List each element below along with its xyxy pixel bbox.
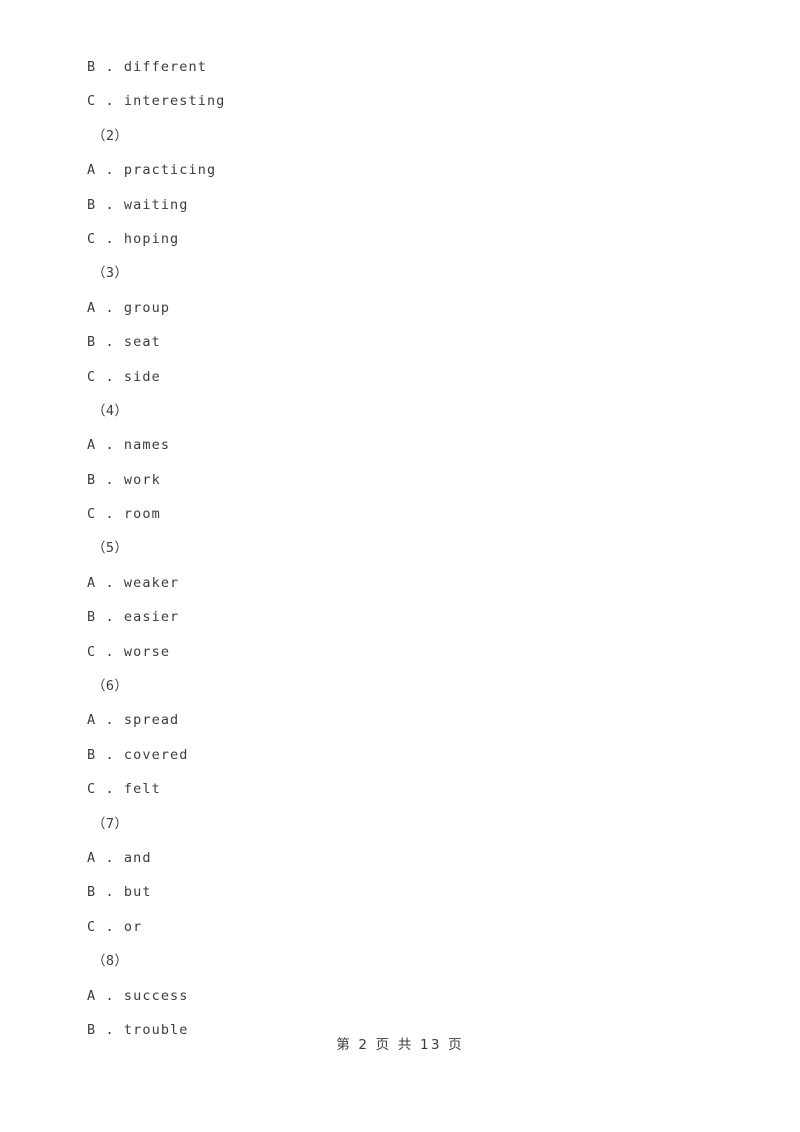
answer-option: B . seat [87, 334, 161, 351]
question-list: B . different C . interesting （2） A . pract… [87, 50, 740, 1047]
answer-option: B . covered [87, 746, 189, 763]
answer-option: A . and [87, 849, 152, 866]
question-number: （7） [92, 815, 129, 832]
answer-option: B . different [87, 59, 207, 75]
question-number: （3） [92, 265, 129, 282]
document-page: B . different C . interesting （2） A . pract… [0, 0, 800, 1132]
question-number: （5） [92, 540, 129, 557]
question-number: （8） [92, 953, 129, 970]
question-number: （6） [92, 678, 129, 695]
answer-option: C . worse [87, 643, 171, 660]
answer-option: C . side [87, 368, 161, 385]
answer-option: A . success [87, 987, 189, 1004]
answer-option: C . hoping [87, 230, 180, 247]
answer-option: B . waiting [87, 196, 189, 213]
answer-option: C . interesting [87, 93, 226, 110]
answer-option: A . spread [87, 712, 180, 729]
answer-option: B . but [87, 884, 152, 901]
answer-option: C . room [87, 506, 161, 523]
answer-option: B . easier [87, 609, 180, 626]
answer-option: A . names [87, 437, 171, 454]
answer-option: A . practicing [87, 162, 217, 179]
question-number: （4） [92, 402, 129, 419]
page-footer: 第 2 页 共 13 页 [336, 1037, 464, 1053]
answer-option: C . or [87, 918, 143, 935]
answer-option: A . group [87, 299, 171, 316]
answer-option: C . felt [87, 781, 161, 798]
question-number: （2） [92, 127, 129, 144]
answer-option: A . weaker [87, 574, 180, 591]
answer-option: B . work [87, 471, 161, 488]
